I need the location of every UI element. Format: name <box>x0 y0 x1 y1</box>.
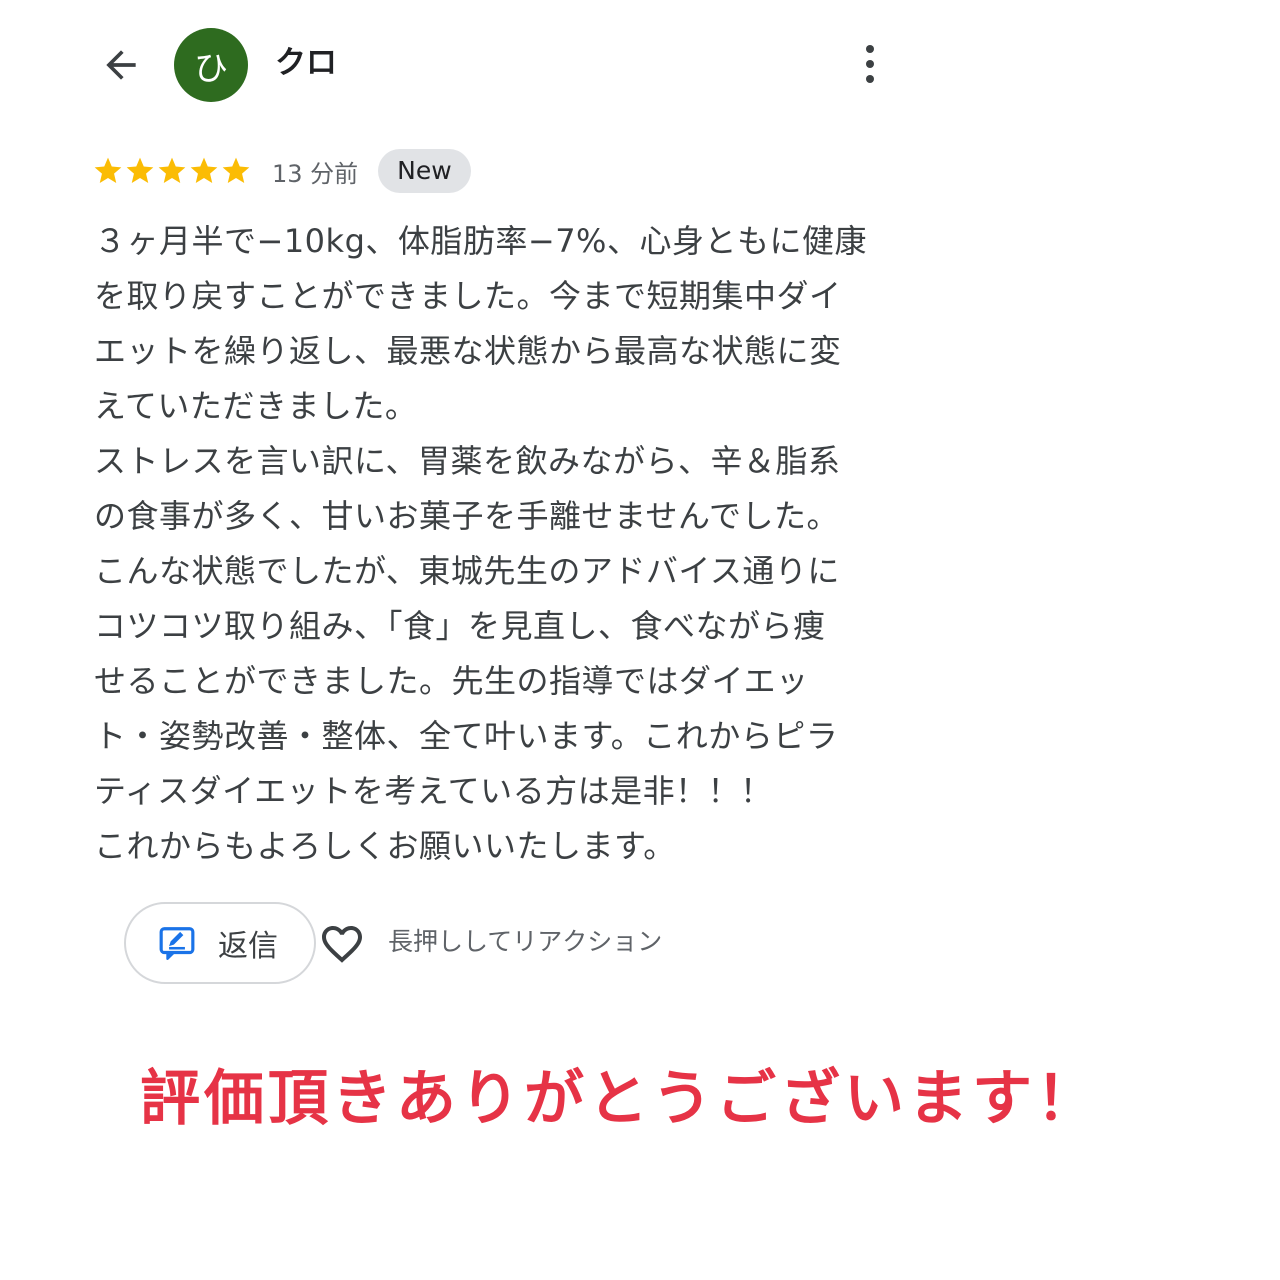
review-line: ３ヶ月半で−10kg、体脂肪率−7%、心身ともに健康 <box>94 222 867 260</box>
new-badge: New <box>378 149 471 193</box>
star-rating <box>92 155 252 187</box>
review-line: これからもよろしくお願いいたします。 <box>94 827 676 865</box>
review-line: の食事が多く、甘いお菓子を手離せませんでした。 <box>94 497 839 535</box>
review-header: ひ クロ <box>0 0 1280 130</box>
review-time: 13 分前 <box>272 159 359 188</box>
review-line: ストレスを言い訳に、胃薬を飲みながら、辛＆脂系 <box>94 442 841 480</box>
review-line: ト・姿勢改善・整体、全て叶います。これからピラ <box>94 717 839 755</box>
review-line: せることができました。先生の指導ではダイエッ <box>94 662 809 700</box>
reply-edit-icon <box>159 927 195 961</box>
avatar-initial: ひ <box>194 48 228 89</box>
heart-icon <box>322 926 362 963</box>
back-arrow-icon <box>106 50 136 80</box>
review-line: コツコツ取り組み、「食」を見直し、食べながら痩 <box>94 607 826 645</box>
back-button[interactable] <box>96 40 146 90</box>
more-vert-icon <box>866 45 874 53</box>
reviewer-name[interactable]: クロ <box>275 42 337 84</box>
review-text: ３ヶ月半で−10kg、体脂肪率−7%、心身ともに健康 を取り戻すことができました。… <box>94 214 904 874</box>
react-button[interactable] <box>318 920 366 968</box>
review-line: ティスダイエットを考えている方は是非！！！ <box>94 772 773 810</box>
star-icon <box>158 157 186 183</box>
star-icon <box>222 157 250 183</box>
more-vert-icon-dot <box>866 60 874 68</box>
reaction-hint: 長押ししてリアクション <box>388 927 663 956</box>
review-line: こんな状態でしたが、東城先生のアドバイス通りに <box>94 552 840 590</box>
star-icon <box>94 157 122 183</box>
avatar[interactable]: ひ <box>174 28 248 102</box>
more-options-button[interactable] <box>846 38 894 90</box>
review-line: エットを繰り返し、最悪な状態から最高な状態に変 <box>94 332 842 370</box>
star-icon <box>126 157 154 183</box>
more-vert-icon-dot <box>866 75 874 83</box>
reply-button[interactable]: 返信 <box>124 902 316 984</box>
star-icon <box>190 157 218 183</box>
reply-label: 返信 <box>218 929 278 964</box>
rating-row: 13 分前 New <box>92 146 471 196</box>
review-line: えていただきました。 <box>94 387 418 425</box>
thanks-message: 評価頂きありがとうございます！ <box>140 1064 1100 1134</box>
review-line: を取り戻すことができました。今まで短期集中ダイ <box>94 277 842 315</box>
